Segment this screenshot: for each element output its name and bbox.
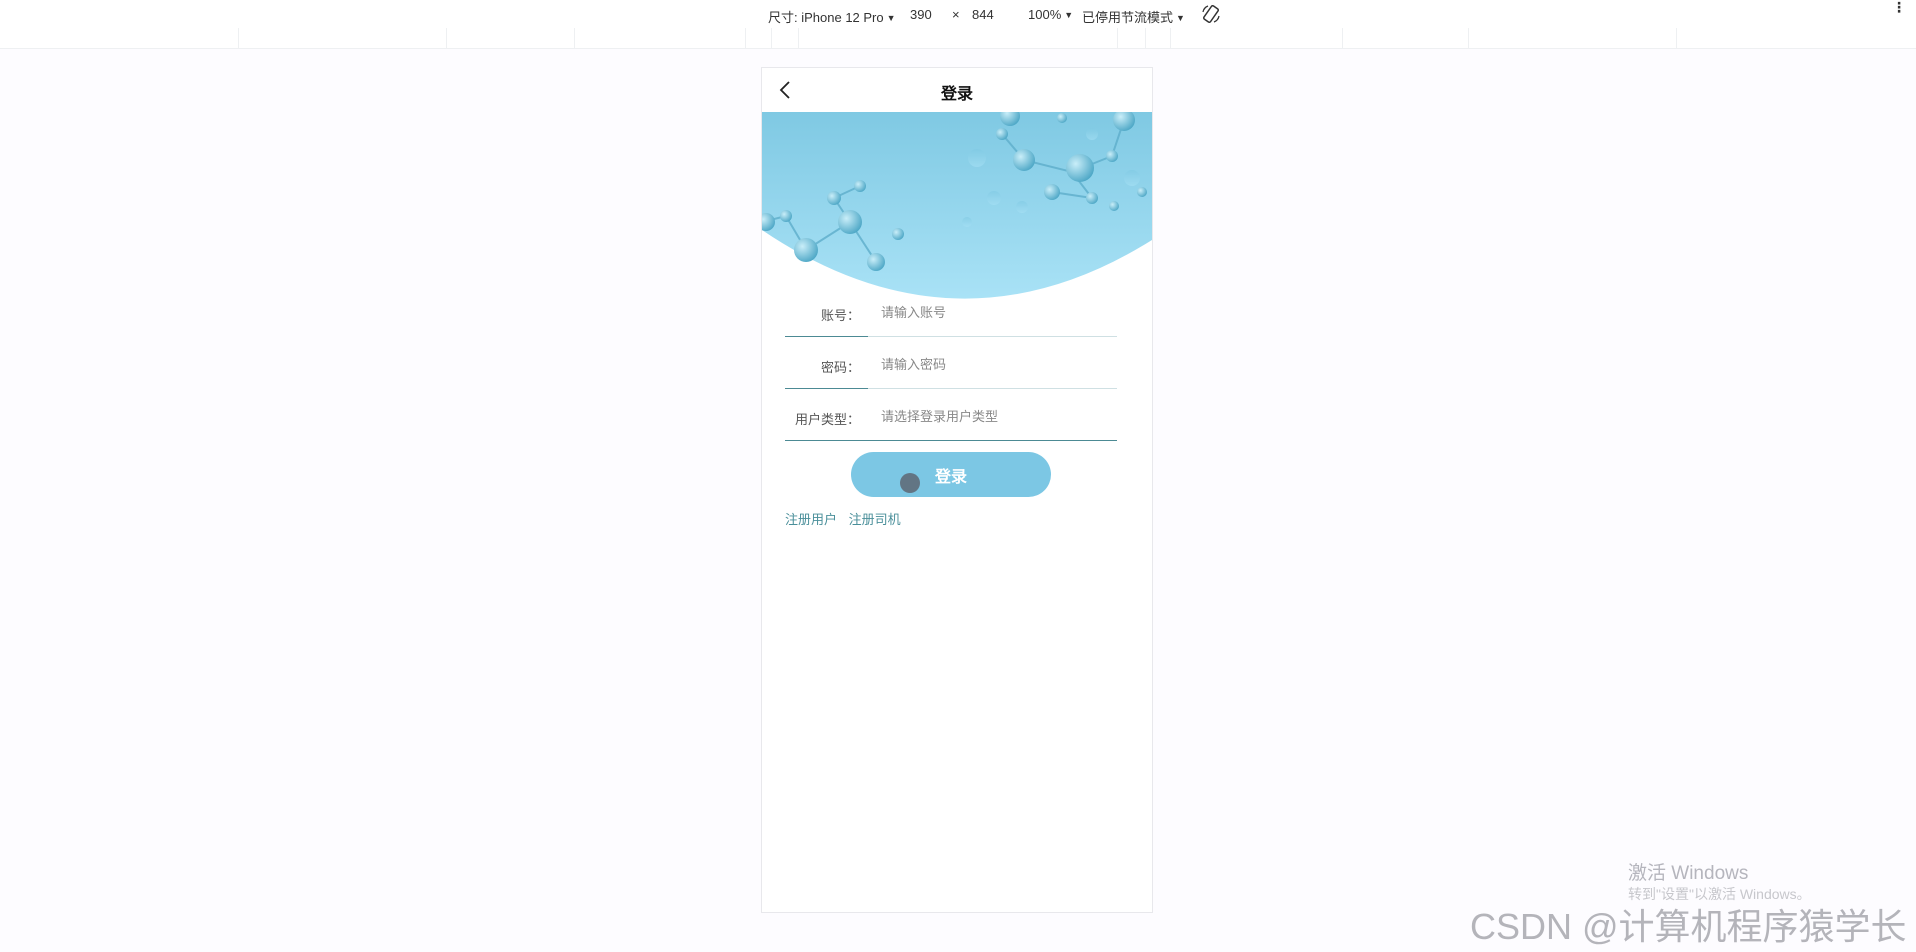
password-label: 密码： bbox=[820, 360, 860, 375]
more-options-icon[interactable]: ⋮ bbox=[1892, 0, 1906, 14]
caret-down-icon: ▼ bbox=[1176, 13, 1185, 23]
account-input[interactable] bbox=[879, 299, 1113, 325]
touch-cursor-indicator bbox=[900, 473, 920, 493]
account-label-wrap: 账号： bbox=[785, 286, 868, 337]
user-type-label: 用户类型： bbox=[794, 412, 860, 427]
password-label-wrap: 密码： bbox=[785, 338, 868, 389]
account-label: 账号： bbox=[820, 308, 860, 323]
windows-activation-title: 激活 Windows bbox=[1628, 863, 1749, 884]
login-button[interactable]: 登录 bbox=[851, 452, 1051, 497]
register-driver-link[interactable]: 注册司机 bbox=[849, 512, 901, 527]
account-row: 账号： bbox=[785, 286, 1117, 337]
login-form-layer: 账号： 密码： 用户类型： 登录 注册用户 注册司机 bbox=[761, 0, 1151, 952]
password-row: 密码： bbox=[785, 338, 1117, 389]
user-type-label-wrap: 用户类型： bbox=[785, 390, 868, 441]
password-input[interactable] bbox=[879, 351, 1113, 377]
login-form: 账号： 密码： 用户类型： bbox=[785, 286, 1117, 442]
register-links: 注册用户 注册司机 bbox=[785, 509, 909, 528]
csdn-watermark: CSDN @计算机程序猿学长 bbox=[1470, 906, 1907, 947]
user-type-row: 用户类型： bbox=[785, 390, 1117, 441]
rotate-icon[interactable] bbox=[1200, 3, 1222, 28]
register-user-link[interactable]: 注册用户 bbox=[785, 512, 837, 527]
user-type-select[interactable] bbox=[879, 403, 1113, 429]
